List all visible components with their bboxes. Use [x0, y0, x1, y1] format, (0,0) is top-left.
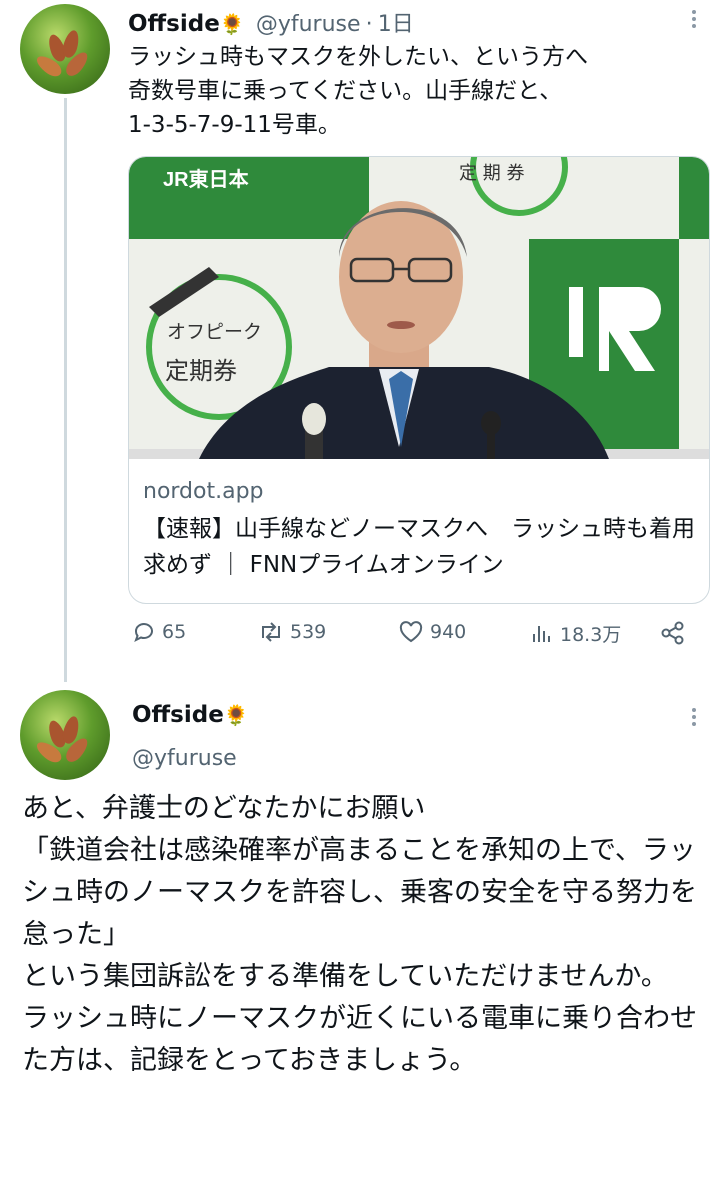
image-banner-line2: 定期券	[165, 357, 237, 385]
tweet-text: ラッシュ時もマスクを外したい、という方へ 奇数号車に乗ってください。山手線だと、…	[128, 44, 588, 138]
share-icon	[661, 621, 684, 645]
action-bar: 65 539 940 18.3万	[128, 620, 708, 654]
reply-count: 65	[162, 621, 187, 643]
share-button[interactable]	[660, 620, 692, 646]
like-button[interactable]: 940	[398, 620, 466, 644]
image-banner-line1: オフピーク	[167, 321, 263, 343]
thread-line	[64, 98, 67, 682]
link-card[interactable]: JR東日本 定 期 券 オフピーク 定期券 JR nordot.app 【速報】…	[128, 156, 710, 604]
timestamp[interactable]: 1日	[378, 12, 414, 37]
handle[interactable]: @yfuruse	[132, 746, 237, 771]
retweet-icon	[262, 622, 280, 642]
avatar[interactable]	[20, 4, 110, 94]
press-conference-image	[129, 157, 709, 459]
sunflower-icon: 🌻	[219, 12, 245, 36]
tweet-header: Offside🌻	[132, 702, 249, 728]
sunflower-icon: 🌻	[223, 703, 249, 727]
avatar[interactable]	[20, 690, 110, 780]
card-image: JR東日本 定 期 券 オフピーク 定期券 JR	[129, 157, 709, 459]
separator: ·	[365, 12, 373, 37]
views-button[interactable]: 18.3万	[530, 620, 621, 647]
tweet-header: Offside🌻 @yfuruse · 1日	[128, 6, 414, 38]
views-icon	[533, 625, 550, 642]
display-name[interactable]: Offside	[132, 702, 224, 728]
more-icon[interactable]	[692, 10, 698, 31]
image-banner-top: 定 期 券	[459, 163, 525, 184]
retweet-count: 539	[290, 621, 327, 643]
view-count: 18.3万	[560, 624, 622, 646]
tweet-text: あと、弁護士のどなたかにお願い 「鉄道会社は感染確率が高まることを承知の上で、ラ…	[22, 793, 697, 1076]
reply-button[interactable]: 65	[132, 620, 186, 644]
like-icon	[399, 621, 423, 643]
like-count: 940	[430, 621, 467, 643]
handle[interactable]: @yfuruse	[256, 12, 361, 37]
retweet-button[interactable]: 539	[258, 620, 326, 644]
more-icon[interactable]	[692, 708, 698, 729]
reply-icon	[134, 623, 153, 643]
card-title: 【速報】山手線などノーマスクへ ラッシュ時も着用求めず ｜ FNNプライムオンラ…	[143, 516, 695, 578]
card-domain: nordot.app	[143, 479, 264, 504]
display-name[interactable]: Offside	[128, 11, 220, 37]
image-brand-text: JR東日本	[163, 169, 249, 191]
